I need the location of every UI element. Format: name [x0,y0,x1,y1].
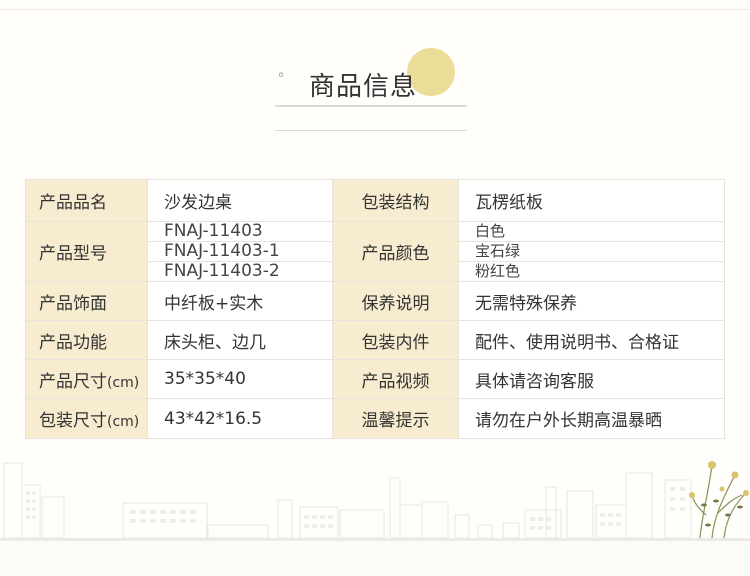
title-bullet-icon: ◦ [277,68,286,84]
page-title: 商品信息 [309,72,418,102]
label-product-model: 产品型号 [25,221,148,282]
value-product-model-1: FNAJ-11403 [147,221,333,242]
value-warm-tip: 请勿在户外长期高温暴晒 [458,398,725,439]
value-maintenance: 无需特殊保养 [458,281,725,321]
label-product-size-text: 产品尺寸 [39,371,107,392]
table-row: 产品饰面 中纤板+实木 保养说明 无需特殊保养 [25,281,725,321]
value-product-finish: 中纤板+实木 [147,281,333,321]
label-package-contents: 包装内件 [332,320,459,360]
product-info-table: 产品品名 沙发边桌 包装结构 瓦楞纸板 产品型号 FNAJ-11403 产品颜色… [25,179,725,439]
table-row: 产品功能 床头柜、边几 包装内件 配件、使用说明书、合格证 [25,320,725,360]
table-row: 产品品名 沙发边桌 包装结构 瓦楞纸板 [25,179,725,222]
label-package-size: 包装尺寸(cm) [25,398,148,439]
value-product-color-3: 粉红色 [458,261,725,282]
title-underline [275,105,467,107]
label-warm-tip: 温馨提示 [332,398,459,439]
label-package-size-unit: (cm) [107,414,140,430]
table-row: 产品型号 FNAJ-11403 产品颜色 白色 [25,221,725,282]
value-product-color-1: 白色 [458,221,725,242]
value-package-size: 43*42*16.5 [147,398,333,439]
table-row: 包装尺寸(cm) 43*42*16.5 温馨提示 请勿在户外长期高温暴晒 [25,398,725,439]
table-row: 产品尺寸(cm) 35*35*40 产品视频 具体请咨询客服 [25,359,725,399]
value-product-name: 沙发边桌 [147,179,333,222]
value-product-color-2: 宝石绿 [458,241,725,262]
label-product-video: 产品视频 [332,359,459,399]
label-product-function: 产品功能 [25,320,148,360]
city-skyline-illustration [0,461,750,576]
value-packaging-structure: 瓦楞纸板 [458,179,725,222]
label-package-size-text: 包装尺寸 [39,411,107,431]
label-maintenance: 保养说明 [332,281,459,321]
label-product-size-unit: (cm) [107,374,140,391]
value-product-model-2: FNAJ-11403-1 [147,241,333,262]
value-product-video: 具体请咨询客服 [458,359,725,399]
value-product-model-3: FNAJ-11403-2 [147,261,333,282]
top-divider [0,9,750,10]
value-product-size: 35*35*40 [147,359,333,399]
label-product-size: 产品尺寸(cm) [25,359,148,399]
value-product-function: 床头柜、边几 [147,320,333,360]
label-product-name: 产品品名 [25,179,148,222]
value-package-contents: 配件、使用说明书、合格证 [458,320,725,360]
label-product-finish: 产品饰面 [25,281,148,321]
label-product-color: 产品颜色 [332,221,459,282]
section-title: ◦ 商品信息 [275,48,470,138]
title-underline-secondary [275,130,467,131]
label-packaging-structure: 包装结构 [332,179,459,222]
